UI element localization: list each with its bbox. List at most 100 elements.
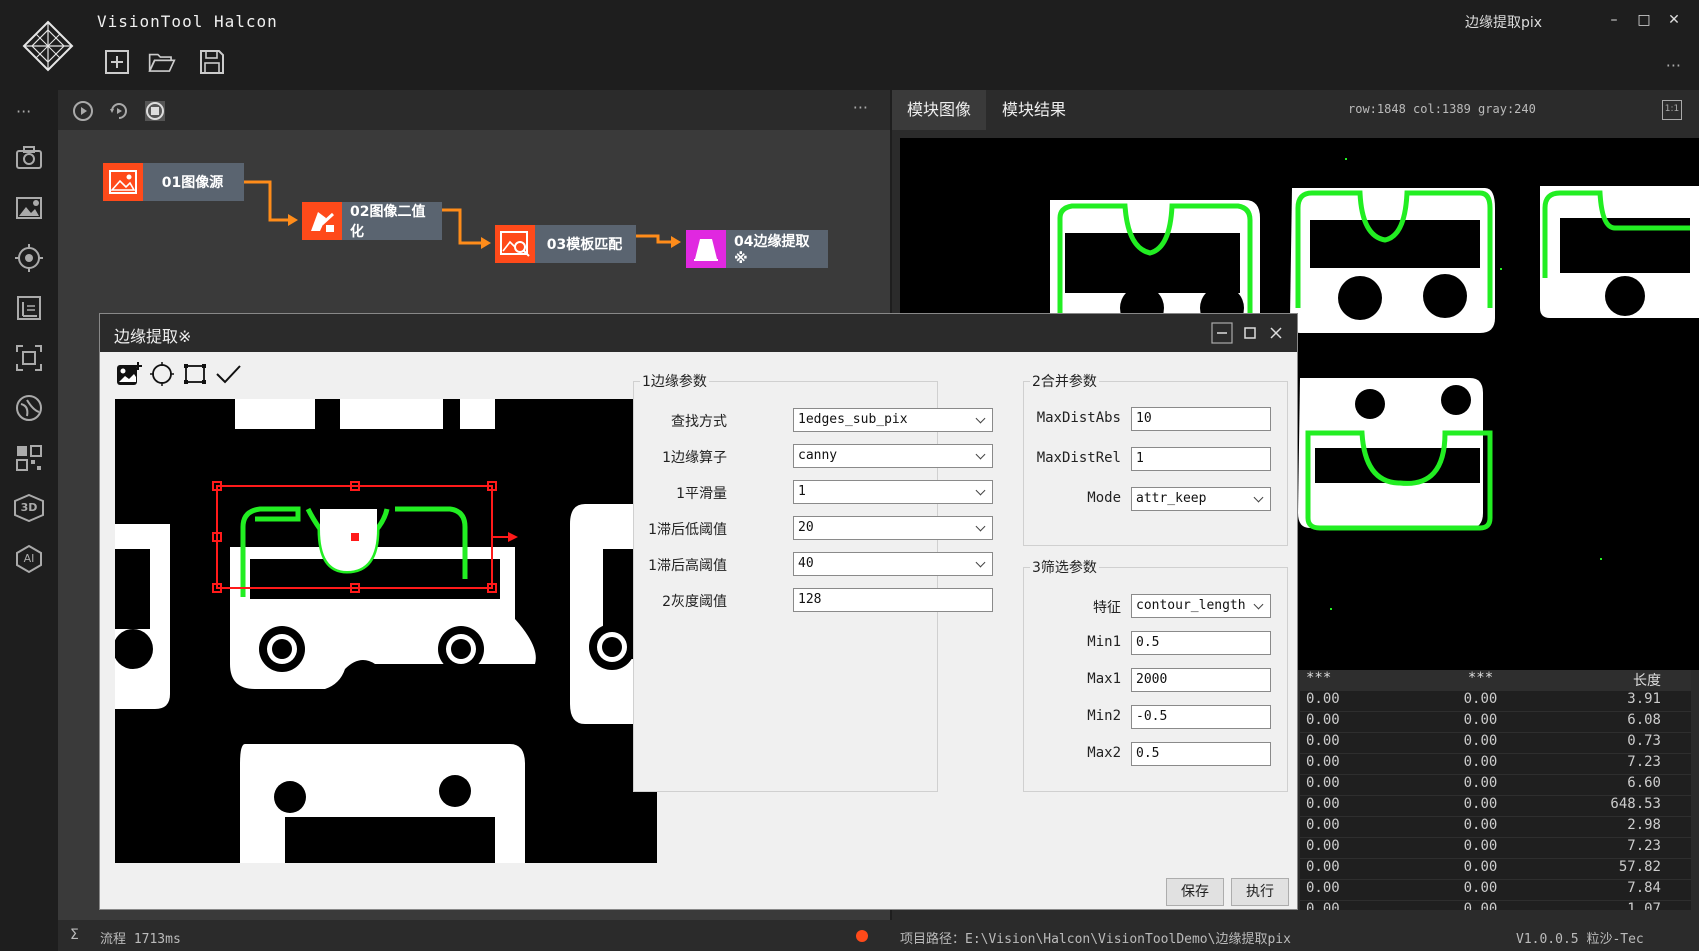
flow-node-binarize[interactable]: 02图像二值化 bbox=[302, 202, 442, 240]
close-button[interactable]: ✕ bbox=[1664, 10, 1684, 30]
result-table[interactable]: *** *** 长度 0.00 0.00 3.91 0.00 0.00 6.08 0.0… bbox=[1300, 670, 1691, 910]
table-cell: 0.00 bbox=[1463, 901, 1498, 910]
table-cell: 0.00 bbox=[1463, 712, 1498, 728]
max-dist-abs-input[interactable]: 10 bbox=[1131, 407, 1271, 431]
group-title: 2合并参数 bbox=[1030, 371, 1099, 391]
param-label: 1滞后低阈值 bbox=[648, 522, 727, 538]
search-mode-select[interactable]: 1edges_sub_pix bbox=[793, 408, 993, 432]
save-button[interactable]: 保存 bbox=[1166, 878, 1224, 906]
app-title: VisionTool Halcon bbox=[97, 12, 278, 31]
max2-input[interactable]: 0.5 bbox=[1131, 742, 1271, 766]
add-image-icon[interactable] bbox=[115, 360, 143, 388]
table-cell: 2.98 bbox=[1627, 817, 1661, 833]
mode-select[interactable]: attr_keep bbox=[1131, 487, 1271, 511]
flow-node-template-match[interactable]: 03模板匹配 bbox=[495, 225, 636, 263]
check-icon[interactable] bbox=[214, 360, 242, 388]
more-menu-button[interactable]: ··· bbox=[1666, 56, 1681, 75]
high-threshold-select[interactable]: 40 bbox=[793, 552, 993, 576]
max-dist-rel-input[interactable]: 1 bbox=[1131, 447, 1271, 471]
table-cell: 0.00 bbox=[1306, 775, 1340, 791]
smoothing-select[interactable]: 1 bbox=[793, 480, 993, 504]
flow-node-label: 04边缘提取※ bbox=[726, 230, 828, 268]
param-label: MaxDistAbs bbox=[1036, 410, 1121, 426]
table-row[interactable]: 0.00 0.00 7.23 bbox=[1300, 754, 1691, 775]
table-cell: 0.00 bbox=[1463, 880, 1498, 896]
camera-icon[interactable] bbox=[15, 144, 43, 172]
open-folder-icon[interactable] bbox=[148, 48, 176, 76]
edge-operator-select[interactable]: canny bbox=[793, 444, 993, 468]
table-cell: 0.00 bbox=[1463, 775, 1498, 791]
max1-input[interactable]: 2000 bbox=[1131, 668, 1271, 692]
barcode-icon[interactable] bbox=[15, 444, 43, 472]
flow-node-edge-extract[interactable]: 04边缘提取※ bbox=[686, 230, 828, 268]
table-cell: 0.00 bbox=[1306, 838, 1340, 854]
min2-input[interactable]: -0.5 bbox=[1131, 705, 1271, 729]
gray-threshold-input[interactable]: 128 bbox=[793, 588, 993, 612]
tab-module-image[interactable]: 模块图像 bbox=[892, 90, 987, 130]
dialog-title-bar[interactable]: 边缘提取※ bbox=[100, 314, 1297, 352]
image-settings-icon[interactable] bbox=[15, 194, 43, 222]
column-header: 长度 bbox=[1632, 673, 1661, 689]
param-label: MaxDistRel bbox=[1036, 450, 1121, 466]
minimize-button[interactable]: – bbox=[1604, 10, 1624, 30]
dialog-minimize-icon[interactable] bbox=[1211, 322, 1233, 344]
param-label: Min1 bbox=[1087, 634, 1121, 650]
table-row[interactable]: 0.00 0.00 57.82 bbox=[1300, 859, 1691, 880]
crop-icon[interactable] bbox=[15, 344, 43, 372]
run-button[interactable]: 执行 bbox=[1231, 878, 1289, 906]
measure-icon[interactable] bbox=[15, 294, 43, 322]
ai-icon[interactable]: AI bbox=[14, 544, 44, 574]
column-header: *** bbox=[1306, 670, 1332, 686]
table-cell: 6.60 bbox=[1627, 775, 1661, 791]
param-label: 1滞后高阈值 bbox=[648, 558, 727, 574]
table-row[interactable]: 0.00 0.00 648.53 bbox=[1300, 796, 1691, 817]
title-bar: VisionTool Halcon 边缘提取pix – □ ✕ ··· bbox=[0, 0, 1699, 90]
sigma-icon: Σ bbox=[70, 927, 79, 943]
table-row[interactable]: 0.00 0.00 6.60 bbox=[1300, 775, 1691, 796]
table-cell: 0.00 bbox=[1306, 733, 1340, 749]
3d-icon[interactable]: 3D bbox=[13, 494, 45, 522]
app-version: V1.0.0.5 粒沙-Tec bbox=[1516, 932, 1644, 947]
target-icon[interactable] bbox=[15, 244, 43, 272]
table-row[interactable]: 0.00 0.00 7.84 bbox=[1300, 880, 1691, 901]
image-icon bbox=[109, 170, 137, 194]
param-label: Min2 bbox=[1087, 708, 1121, 724]
sidebar-more-button[interactable]: ··· bbox=[16, 102, 31, 121]
dialog-close-icon[interactable] bbox=[1265, 322, 1287, 344]
calibration-icon[interactable] bbox=[15, 394, 43, 422]
table-row[interactable]: 0.00 0.00 7.23 bbox=[1300, 838, 1691, 859]
edge-params-group: 1边缘参数 bbox=[633, 371, 938, 792]
project-name: 边缘提取pix bbox=[1465, 15, 1543, 31]
table-cell: 0.00 bbox=[1463, 838, 1498, 854]
table-cell: 0.00 bbox=[1463, 754, 1498, 770]
fit-view-button[interactable]: 1:1 bbox=[1662, 100, 1682, 120]
table-cell: 0.00 bbox=[1463, 859, 1498, 875]
table-row[interactable]: 0.00 0.00 0.73 bbox=[1300, 733, 1691, 754]
table-cell: 3.91 bbox=[1627, 691, 1661, 707]
pixel-coordinate-readout: row:1848 col:1389 gray:240 bbox=[1348, 102, 1536, 116]
app-logo-icon bbox=[22, 20, 74, 72]
save-icon[interactable] bbox=[198, 48, 226, 76]
low-threshold-select[interactable]: 20 bbox=[793, 516, 993, 540]
table-cell: 0.00 bbox=[1463, 796, 1498, 812]
table-row[interactable]: 0.00 0.00 2.98 bbox=[1300, 817, 1691, 838]
rectangle-icon[interactable] bbox=[181, 360, 209, 388]
group-title: 1边缘参数 bbox=[640, 371, 709, 391]
table-cell: 0.00 bbox=[1306, 754, 1340, 770]
flow-node-image-source[interactable]: 01图像源 bbox=[103, 163, 244, 201]
dialog-maximize-icon[interactable] bbox=[1239, 322, 1261, 344]
table-row[interactable]: 0.00 0.00 3.91 bbox=[1300, 691, 1691, 712]
ai-label: AI bbox=[23, 552, 35, 565]
status-bar: Σ 流程 1713ms 项目路径：E:\Vision\Halcon\Vision… bbox=[58, 920, 1699, 951]
status-indicator bbox=[856, 930, 868, 942]
table-row[interactable]: 0.00 0.00 1.07 bbox=[1300, 901, 1691, 910]
maximize-button[interactable]: □ bbox=[1634, 10, 1654, 30]
roi-image-canvas[interactable] bbox=[115, 399, 657, 863]
new-file-icon[interactable] bbox=[103, 48, 131, 76]
circle-icon[interactable] bbox=[148, 360, 176, 388]
min1-input[interactable]: 0.5 bbox=[1131, 631, 1271, 655]
tab-module-result[interactable]: 模块结果 bbox=[987, 90, 1081, 130]
feature-select[interactable]: contour_length bbox=[1131, 594, 1271, 618]
table-row[interactable]: 0.00 0.00 6.08 bbox=[1300, 712, 1691, 733]
edge-extract-icon bbox=[694, 239, 718, 261]
